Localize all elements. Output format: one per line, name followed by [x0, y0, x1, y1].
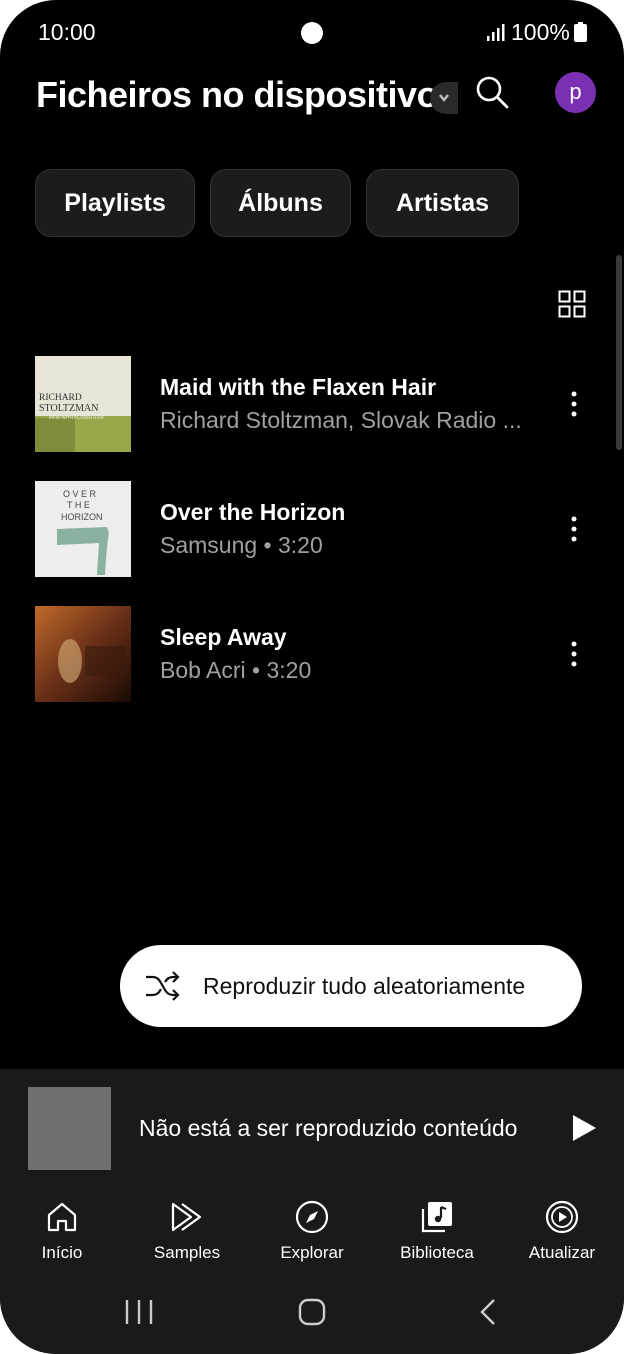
phone-screen: 10:00 100% Ficheiros no dispositivo p Pl…: [0, 0, 624, 1354]
album-art-text: STOLTZMAN: [39, 403, 98, 414]
more-options-icon[interactable]: [560, 515, 588, 543]
track-subtitle: Samsung • 3:20: [160, 532, 323, 558]
system-navigation-bar: [0, 1290, 624, 1334]
nav-item-inicio[interactable]: Início: [0, 1199, 124, 1275]
nav-item-explorar[interactable]: Explorar: [250, 1199, 374, 1275]
back-icon[interactable]: [478, 1298, 498, 1326]
front-camera: [301, 22, 323, 44]
title-dropdown-button[interactable]: [430, 82, 458, 114]
status-time: 10:00: [38, 19, 96, 45]
album-art-text: HORIZON: [61, 512, 103, 522]
upgrade-icon: [545, 1200, 579, 1234]
status-bar: 10:00 100%: [0, 0, 624, 64]
track-subtitle: Bob Acri • 3:20: [160, 657, 312, 683]
album-art: RICHARD STOLTZMAN MAID WITH FLAXEN HAIR: [35, 356, 131, 452]
track-row[interactable]: Sleep Away Bob Acri • 3:20: [0, 606, 624, 706]
page-title: Ficheiros no dispositivo: [36, 74, 439, 115]
nav-item-atualizar[interactable]: Atualizar: [500, 1199, 624, 1275]
track-row[interactable]: RICHARD STOLTZMAN MAID WITH FLAXEN HAIR …: [0, 356, 624, 456]
track-subtitle: Richard Stoltzman, Slovak Radio ...: [160, 407, 522, 433]
battery-level: 100%: [511, 19, 570, 45]
album-art-text: MAID WITH FLAXEN HAIR: [49, 415, 105, 420]
chip-artistas[interactable]: Artistas: [366, 169, 519, 237]
samples-icon: [171, 1202, 202, 1232]
chevron-down-icon: [439, 94, 449, 103]
track-title: Maid with the Flaxen Hair: [160, 374, 437, 400]
more-options-icon[interactable]: [560, 390, 588, 418]
nav-label: Samples: [153, 1243, 221, 1262]
library-icon: [421, 1202, 452, 1233]
chip-playlists[interactable]: Playlists: [35, 169, 195, 237]
album-art-text: T H E: [67, 500, 90, 510]
now-playing-text: Não está a ser reproduzido conteúdo: [139, 1115, 518, 1141]
home-icon: [47, 1202, 77, 1232]
mini-player[interactable]: Não está a ser reproduzido conteúdo: [0, 1069, 624, 1189]
search-icon[interactable]: [474, 74, 510, 110]
track-row[interactable]: O V E R T H E HORIZON Over the Horizon S…: [0, 481, 624, 581]
chip-albuns[interactable]: Álbuns: [210, 169, 351, 237]
nav-label: Atualizar: [528, 1243, 596, 1262]
recent-apps-icon[interactable]: [124, 1298, 154, 1326]
nav-label: Biblioteca: [400, 1243, 474, 1262]
album-art: [35, 606, 131, 702]
now-playing-art: [28, 1087, 111, 1170]
signal-icon: [487, 24, 505, 41]
album-art-text: RICHARD: [39, 393, 82, 403]
album-art: O V E R T H E HORIZON: [35, 481, 131, 577]
album-art-text: O V E R: [63, 489, 97, 499]
more-options-icon[interactable]: [560, 640, 588, 668]
track-title: Over the Horizon: [160, 499, 346, 525]
shuffle-all-label: Reproduzir tudo aleatoriamente: [203, 973, 526, 999]
battery-icon: [574, 22, 587, 42]
nav-item-samples[interactable]: Samples: [125, 1199, 249, 1275]
shuffle-all-button[interactable]: Reproduzir tudo aleatoriamente: [120, 945, 582, 1027]
track-title: Sleep Away: [160, 624, 287, 650]
home-button-icon[interactable]: [298, 1298, 326, 1326]
play-icon[interactable]: [570, 1113, 598, 1143]
shuffle-icon: [146, 971, 180, 1001]
compass-icon: [295, 1200, 329, 1234]
grid-view-icon[interactable]: [558, 290, 586, 318]
nav-label: Explorar: [280, 1243, 344, 1262]
nav-label: Início: [41, 1243, 83, 1262]
avatar[interactable]: p: [555, 72, 596, 113]
nav-item-biblioteca[interactable]: Biblioteca: [375, 1199, 499, 1275]
